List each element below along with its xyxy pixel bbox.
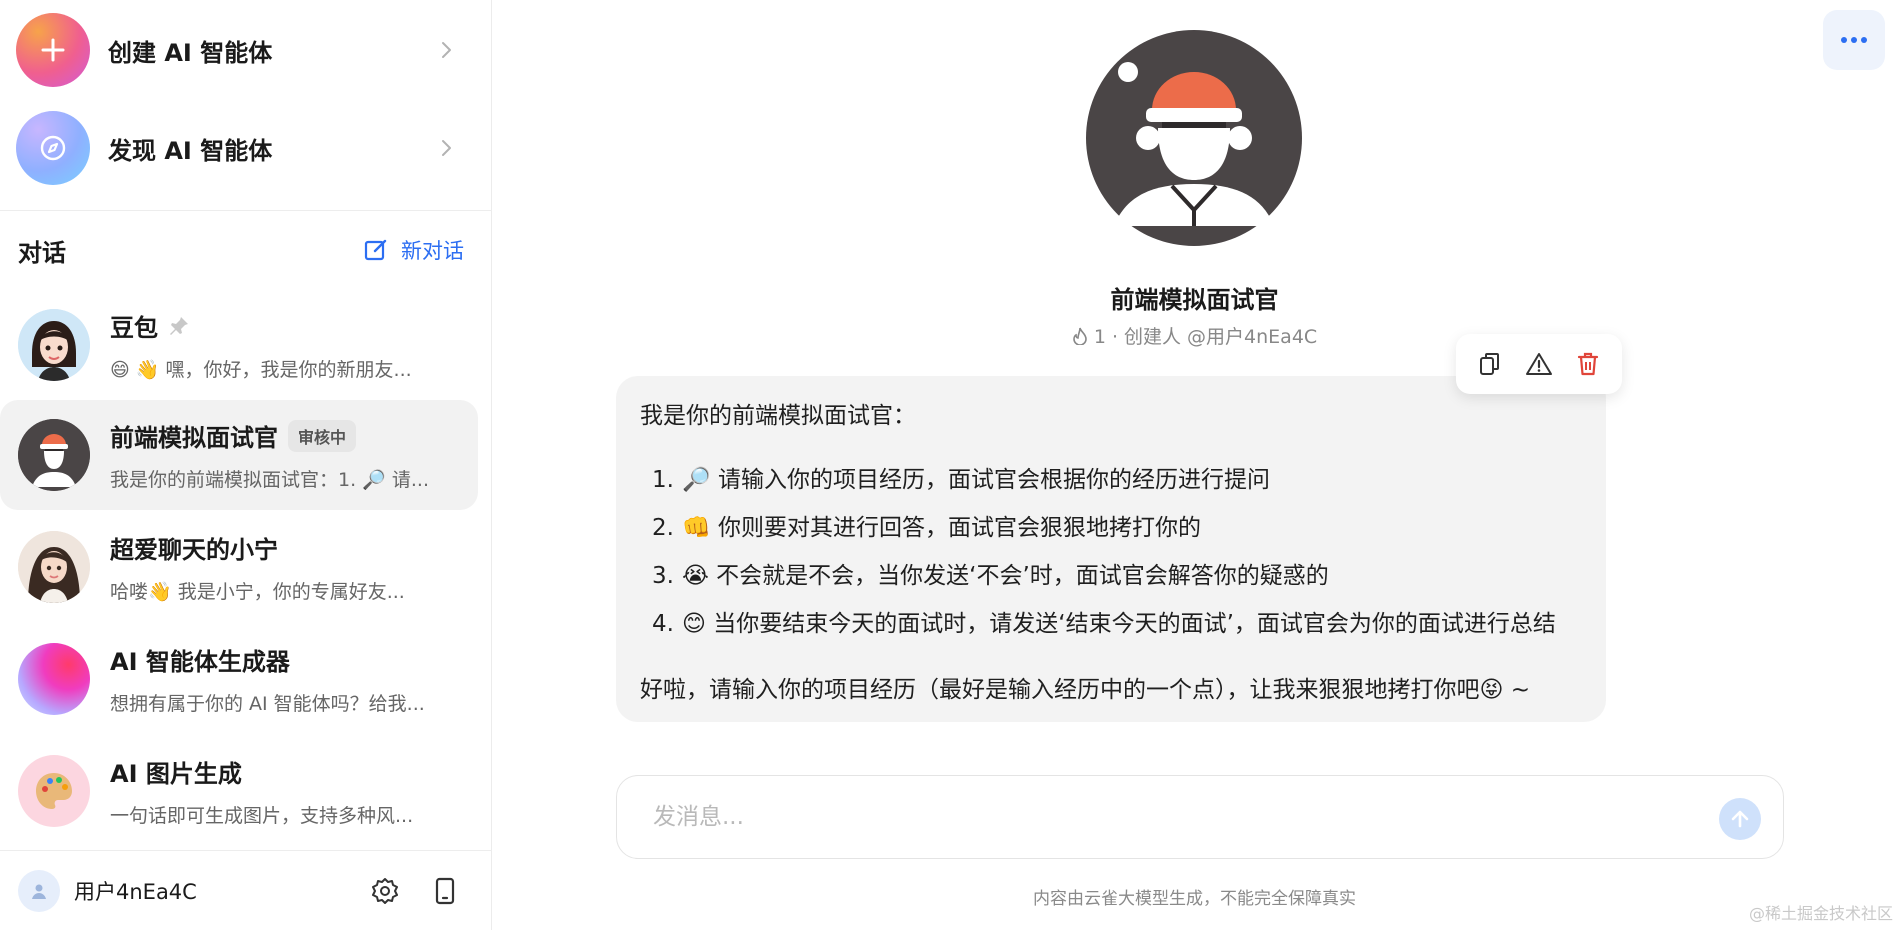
chat-text: 超爱聊天的小宁 哈喽👋 我是小宁，你的专属好友... [110,530,460,604]
chevron-right-icon [442,42,451,58]
chat-main: 前端模拟面试官 1 · 创建人 @用户4nEa4C 我是你的前端模拟面试官： 1. 🔎… [492,0,1897,930]
copy-icon [1480,353,1500,375]
message-input[interactable] [653,804,1653,830]
palette-icon [18,755,90,827]
chat-item-agent-generator[interactable]: AI 智能体生成器 想拥有属于你的 AI 智能体吗？给我... [0,624,478,734]
arrow-up-icon [1731,810,1749,828]
gear-icon [372,877,398,904]
watermark: @稀土掘金技术社区 [1748,904,1893,923]
item-text: 😊 当你要结束今天的面试时，请发送‘结束今天的面试’，面试官会为你的面试进行总结 [682,611,1556,637]
settings-button[interactable] [370,876,400,906]
chat-name-row: 超爱聊天的小宁 [110,530,460,565]
new-chat-button[interactable]: 新对话 [363,235,464,265]
message-list: 1. 🔎 请输入你的项目经历，面试官会根据你的经历进行提问 2. 👊 你则要对其进行… [640,456,1582,648]
chat-text: 前端模拟面试官 审核中 我是你的前端模拟面试官：1. 🔎 请... [110,418,460,492]
compass-icon [16,111,90,185]
copy-button[interactable] [1475,349,1505,379]
item-number: 1. [652,467,674,493]
conversations-header: 对话 新对话 [18,232,464,268]
sidebar: 创建 AI 智能体 发现 AI 智能体 对话 新对话 豆包 😄 👋 嘿，你好，我… [0,0,492,930]
app-window: 创建 AI 智能体 发现 AI 智能体 对话 新对话 豆包 😄 👋 嘿，你好，我… [0,0,1897,930]
message-toolbar [1456,334,1622,394]
warning-icon [1525,353,1552,375]
avatar [18,531,90,603]
discover-agent-item[interactable]: 发现 AI 智能体 [16,110,476,186]
chat-text: AI 智能体生成器 想拥有属于你的 AI 智能体吗？给我... [110,642,460,716]
bot-meta: 1 · 创建人 @用户4nEa4C [492,322,1897,349]
chat-preview: 我是你的前端模拟面试官：1. 🔎 请... [110,469,429,491]
divider [0,210,492,211]
chat-name-row: AI 图片生成 [110,754,460,789]
user-name: 用户4nEa4C [74,879,197,904]
edit-icon [364,239,387,261]
item-text: 🔎 请输入你的项目经历，面试官会根据你的经历进行提问 [682,467,1270,493]
more-dots-icon [1841,37,1867,43]
chat-text: 豆包 😄 👋 嘿，你好，我是你的新朋友... [110,308,460,382]
user-tools [370,876,460,906]
trash-icon [1577,352,1598,376]
more-options-button[interactable] [1823,10,1885,70]
chat-name-row: AI 智能体生成器 [110,642,460,677]
chat-name: 豆包 [110,314,158,342]
chat-name: AI 智能体生成器 [110,648,290,676]
chat-preview: 想拥有属于你的 AI 智能体吗？给我... [110,693,425,715]
usage-count: 1 [1093,326,1106,348]
chat-preview: 一句话即可生成图片，支持多种风... [110,805,414,827]
item-text: 👊 你则要对其进行回答，面试官会狠狠地拷打你的 [682,515,1201,541]
phone-icon [435,877,455,904]
bot-name: 前端模拟面试官 [1110,286,1279,314]
mobile-button[interactable] [430,876,460,906]
review-status-badge: 审核中 [288,419,357,452]
item-number: 2. [652,515,674,541]
avatar [18,419,90,491]
chat-item-image-gen[interactable]: AI 图片生成 一句话即可生成图片，支持多种风... [0,736,478,846]
chat-name-row: 前端模拟面试官 审核中 [110,418,460,453]
report-button[interactable] [1524,349,1554,379]
avatar [18,309,90,381]
create-agent-label: 创建 AI 智能体 [108,38,273,67]
chat-name: AI 图片生成 [110,760,242,788]
user-icon [32,884,46,899]
chat-preview: 😄 👋 嘿，你好，我是你的新朋友... [110,359,412,381]
pin-icon [170,316,188,335]
discover-agent-label: 发现 AI 智能体 [108,136,273,165]
list-item: 4. 😊 当你要结束今天的面试时，请发送‘结束今天的面试’，面试官会为你的面试进行… [640,600,1582,648]
item-text: 😭 不会就是不会，当你发送‘不会’时，面试官会解答你的疑惑的 [682,563,1329,589]
flame-icon [1073,327,1087,346]
chat-item-xiaoning[interactable]: 超爱聊天的小宁 哈喽👋 我是小宁，你的专属好友... [0,512,478,622]
create-agent-item[interactable]: 创建 AI 智能体 [16,12,476,88]
conversations-title: 对话 [18,238,66,267]
user-bar: 用户4nEa4C [0,850,492,930]
chat-name-row: 豆包 [110,308,460,343]
send-button[interactable] [1719,798,1761,840]
bot-avatar [1086,30,1302,246]
ai-disclaimer: 内容由云雀大模型生成，不能完全保障真实 [1033,889,1356,909]
bot-message-bubble: 我是你的前端模拟面试官： 1. 🔎 请输入你的项目经历，面试官会根据你的经历进行提… [616,376,1606,722]
new-chat-label: 新对话 [401,239,464,263]
gradient-orb-icon [18,643,90,715]
chat-preview: 哈喽👋 我是小宁，你的专属好友... [110,581,405,603]
chevron-right-icon [442,140,451,156]
chat-name: 前端模拟面试官 [110,424,278,452]
list-item: 1. 🔎 请输入你的项目经历，面试官会根据你的经历进行提问 [640,456,1582,504]
list-item: 2. 👊 你则要对其进行回答，面试官会狠狠地拷打你的 [640,504,1582,552]
meta-separator: · [1111,326,1118,348]
item-number: 4. [652,611,674,637]
plus-icon [16,13,90,87]
message-intro: 我是你的前端模拟面试官： [640,403,916,429]
list-item: 3. 😭 不会就是不会，当你发送‘不会’时，面试官会解答你的疑惑的 [640,552,1582,600]
message-outro: 好啦，请输入你的项目经历（最好是输入经历中的一个点），让我来狠狠地拷打你吧😝 ~ [640,677,1531,703]
creator-label[interactable]: 创建人 @用户4nEa4C [1124,326,1317,348]
chat-item-doubao[interactable]: 豆包 😄 👋 嘿，你好，我是你的新朋友... [0,290,478,400]
item-number: 3. [652,563,674,589]
chat-text: AI 图片生成 一句话即可生成图片，支持多种风... [110,754,460,828]
chat-name: 超爱聊天的小宁 [110,536,278,564]
message-input-box[interactable] [616,775,1784,859]
user-avatar[interactable] [18,869,60,912]
delete-button[interactable] [1573,349,1603,379]
chat-item-interviewer[interactable]: 前端模拟面试官 审核中 我是你的前端模拟面试官：1. 🔎 请... [0,400,478,510]
